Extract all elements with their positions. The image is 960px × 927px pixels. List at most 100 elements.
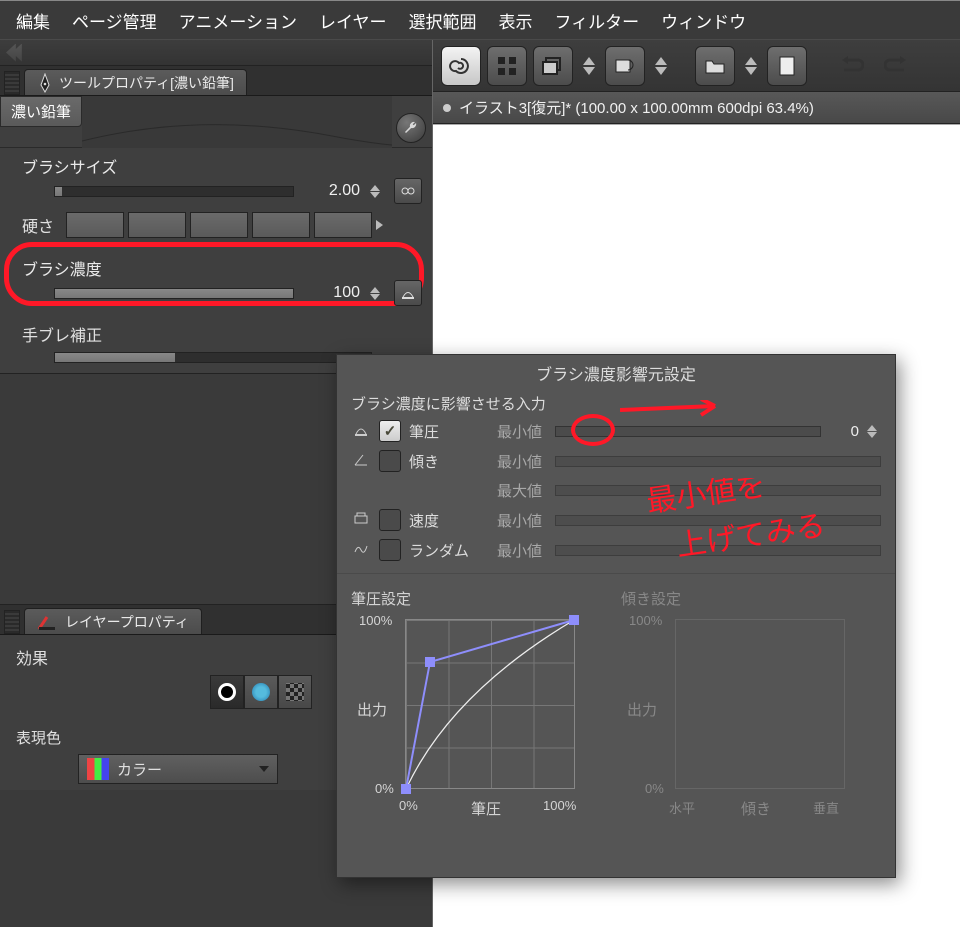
- random-min-slider: [555, 545, 881, 556]
- y-axis-0: 0%: [375, 781, 394, 796]
- hardness-option-2[interactable]: [128, 212, 186, 238]
- open-folder-button[interactable]: [695, 46, 735, 86]
- brush-size-label: ブラシサイズ: [0, 148, 432, 178]
- windows-icon: [542, 56, 564, 76]
- stabilization-slider[interactable]: [54, 352, 372, 363]
- menu-selection[interactable]: 選択範囲: [399, 8, 487, 33]
- tilt-checkbox[interactable]: [379, 450, 401, 472]
- layer-property-icon: [37, 613, 59, 631]
- tilt-curve-graph: 100% 出力 0% 水平 傾き 垂直: [621, 613, 861, 833]
- document-titlebar[interactable]: イラスト3[復元]* (100.00 x 100.00mm 600dpi 63.…: [433, 92, 960, 124]
- brush-density-value[interactable]: 100: [304, 284, 360, 302]
- hardness-option-5[interactable]: [314, 212, 372, 238]
- y-axis-0: 0%: [645, 781, 664, 796]
- wrench-icon: [403, 120, 419, 136]
- tool-property-tab[interactable]: ツールプロパティ[濃い鉛筆]: [24, 69, 247, 95]
- y-axis-100: 100%: [629, 613, 662, 628]
- pressure-graph-title: 筆圧設定: [351, 588, 611, 609]
- tool-property-tabrow: ツールプロパティ[濃い鉛筆]: [0, 66, 432, 96]
- menu-filter[interactable]: フィルター: [545, 8, 650, 33]
- pressure-min-spinner[interactable]: [867, 425, 881, 438]
- layer-property-tab[interactable]: レイヤープロパティ: [24, 608, 202, 634]
- velocity-glyph-icon: [351, 510, 371, 530]
- brush-size-dynamics-button[interactable]: [394, 178, 422, 204]
- canvas-toolbar: [433, 40, 960, 92]
- random-min-label: 最小値: [497, 540, 547, 561]
- pressure-glyph-icon: [351, 421, 371, 441]
- effect-tone-button[interactable]: [244, 675, 278, 709]
- pressure-curve-graph[interactable]: 100% 出力 0% 0% 筆圧 100%: [351, 613, 591, 833]
- brush-density-slider[interactable]: [54, 288, 294, 299]
- tilt-max-slider: [555, 485, 881, 496]
- pressure-checkbox[interactable]: [379, 420, 401, 442]
- folder-icon: [704, 57, 726, 75]
- hardness-more[interactable]: [376, 220, 392, 230]
- random-label: ランダム: [409, 540, 489, 561]
- popup-subtitle: ブラシ濃度に影響させる入力: [337, 391, 895, 416]
- brush-size-value[interactable]: 2.00: [304, 182, 360, 200]
- menu-edit[interactable]: 編集: [6, 8, 60, 33]
- redo-button[interactable]: [877, 46, 917, 86]
- brush-size-spinner[interactable]: [370, 185, 384, 198]
- pressure-min-label: 最小値: [497, 421, 547, 442]
- panel-collapse-arrows[interactable]: [0, 40, 432, 66]
- y-axis-label: 出力: [357, 699, 387, 720]
- menu-view[interactable]: 表示: [489, 8, 543, 33]
- refresh-layers-icon: [614, 56, 636, 76]
- view-stepper[interactable]: [579, 46, 599, 86]
- spiral-tool-button[interactable]: [441, 46, 481, 86]
- x-axis-label: 筆圧: [471, 798, 501, 819]
- display-color-label: 表現色: [16, 727, 61, 748]
- effect-border-button[interactable]: [210, 675, 244, 709]
- pressure-min-slider[interactable]: [555, 426, 821, 437]
- brush-size-slider[interactable]: [54, 186, 294, 197]
- hardness-option-1[interactable]: [66, 212, 124, 238]
- pressure-icon: [400, 286, 416, 300]
- brush-density-label: ブラシ濃度: [22, 262, 102, 279]
- page-button[interactable]: [767, 46, 807, 86]
- page-icon: [778, 56, 796, 76]
- brush-density-dynamics-popup: ブラシ濃度影響元設定 ブラシ濃度に影響させる入力 筆圧 最小値 0 傾き 最小値…: [336, 354, 896, 878]
- spiral-icon: [449, 54, 473, 78]
- tool-settings-button[interactable]: [396, 113, 426, 143]
- undo-icon: [838, 56, 864, 76]
- brush-stroke-preview: [82, 96, 392, 148]
- menu-animation[interactable]: アニメーション: [169, 8, 307, 33]
- x-axis-right: 垂直: [813, 798, 839, 817]
- menu-window[interactable]: ウィンドウ: [651, 8, 756, 33]
- pen-nib-icon: [37, 73, 53, 93]
- x-axis-mid: 傾き: [741, 798, 771, 819]
- velocity-checkbox[interactable]: [379, 509, 401, 531]
- brush-density-spinner[interactable]: [370, 287, 384, 300]
- hand-button[interactable]: [605, 46, 645, 86]
- tilt-min-label: 最小値: [497, 451, 547, 472]
- hardness-option-4[interactable]: [252, 212, 310, 238]
- x-axis-0: 0%: [399, 798, 418, 813]
- velocity-min-slider: [555, 515, 881, 526]
- hardness-option-3[interactable]: [190, 212, 248, 238]
- pressure-min-value[interactable]: 0: [829, 423, 859, 440]
- hand-stepper[interactable]: [651, 46, 671, 86]
- windows-button[interactable]: [533, 46, 573, 86]
- chevron-down-icon: [259, 766, 269, 772]
- border-circle-icon: [218, 683, 236, 701]
- undo-button[interactable]: [831, 46, 871, 86]
- menu-bar: 編集 ページ管理 アニメーション レイヤー 選択範囲 表示 フィルター ウィンド…: [0, 0, 960, 40]
- panel-drag-handle[interactable]: [4, 610, 20, 634]
- gradient-circle-icon: [252, 683, 270, 701]
- menu-page[interactable]: ページ管理: [62, 8, 167, 33]
- random-checkbox[interactable]: [379, 539, 401, 561]
- random-glyph-icon: [351, 540, 371, 560]
- display-color-dropdown[interactable]: カラー: [78, 754, 278, 784]
- velocity-label: 速度: [409, 510, 489, 531]
- grid-view-button[interactable]: [487, 46, 527, 86]
- effect-pattern-button[interactable]: [278, 675, 312, 709]
- tool-property-body: 濃い鉛筆 ブラシサイズ 2.00 硬さ: [0, 96, 432, 374]
- brush-density-dynamics-button[interactable]: [394, 280, 422, 306]
- y-axis-label: 出力: [627, 699, 657, 720]
- menu-layer[interactable]: レイヤー: [309, 8, 397, 33]
- folder-stepper[interactable]: [741, 46, 761, 86]
- x-axis-100: 100%: [543, 798, 576, 813]
- pressure-label: 筆圧: [409, 421, 489, 442]
- panel-drag-handle[interactable]: [4, 71, 20, 95]
